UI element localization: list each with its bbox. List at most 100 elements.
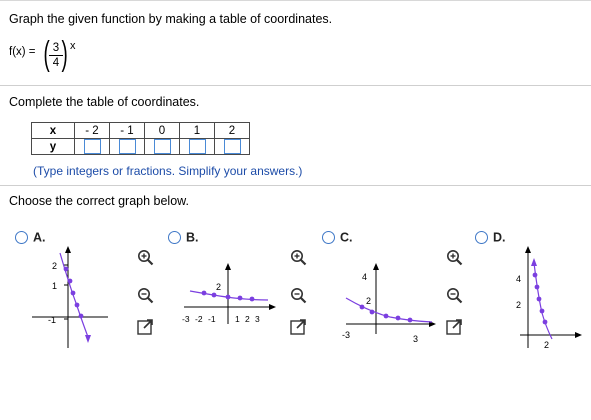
radio-option-a[interactable] [15, 231, 28, 245]
data-point [225, 294, 231, 300]
tick-label: -3 [182, 314, 190, 324]
y-axis-arrow [225, 263, 231, 270]
y-answer-box[interactable] [83, 139, 101, 154]
popout-icon[interactable] [290, 318, 307, 335]
data-point [542, 319, 548, 325]
data-point [539, 308, 545, 314]
data-point [237, 295, 243, 301]
x-value: 0 [144, 122, 180, 139]
zoom-out-icon[interactable] [290, 287, 307, 304]
data-point [63, 266, 69, 272]
curve-arrow [85, 335, 91, 343]
tick-label: 2 [544, 340, 549, 350]
x-value: - 1 [109, 122, 145, 139]
zoom-in-icon[interactable] [446, 249, 463, 266]
option-b-label: B. [186, 230, 199, 245]
tick-label: 4 [362, 272, 367, 282]
tick-label: 3 [255, 314, 260, 324]
tick-label: 2 [52, 261, 57, 271]
x-row: x - 2 - 1 0 1 2 [31, 122, 250, 139]
tick-label: -1 [208, 314, 216, 324]
popout-icon[interactable] [137, 318, 154, 335]
x-axis-arrow [269, 304, 276, 310]
popout-icon[interactable] [446, 318, 463, 335]
y-row-label: y [31, 138, 75, 155]
function-name: f(x) = [9, 46, 36, 58]
data-point [536, 296, 542, 302]
tick-label: -1 [48, 315, 56, 325]
tick-label: 2 [216, 282, 221, 292]
y-cell [214, 138, 250, 155]
x-value: - 2 [74, 122, 110, 139]
option-d[interactable]: D. [475, 230, 506, 245]
question-prompt: Graph the given function by making a tab… [9, 12, 333, 26]
choose-instruction: Choose the correct graph below. [9, 194, 189, 208]
answer-hint: (Type integers or fractions. Simplify yo… [33, 164, 303, 178]
option-c-label: C. [340, 230, 353, 245]
option-c[interactable]: C. [322, 230, 353, 245]
data-point [211, 292, 217, 298]
data-point [532, 272, 538, 278]
tick-label: 2 [516, 300, 521, 310]
right-paren: ) [61, 35, 68, 73]
tick-label: 1 [52, 281, 57, 291]
tick-label: 2 [366, 296, 371, 306]
x-row-label: x [31, 122, 75, 139]
y-cell [109, 138, 145, 155]
graph-c: 4 2 -3 3 [342, 263, 436, 344]
zoom-out-icon[interactable] [137, 287, 154, 304]
y-axis-arrow [65, 246, 71, 253]
coordinate-table: x - 2 - 1 0 1 2 y [31, 122, 250, 155]
data-point [201, 290, 207, 296]
curve-arrow [531, 258, 537, 266]
exponent: x [70, 40, 76, 52]
x-value: 1 [179, 122, 215, 139]
y-axis-arrow [373, 263, 379, 270]
tick-label: -2 [195, 314, 203, 324]
x-value: 2 [214, 122, 250, 139]
y-answer-box[interactable] [153, 139, 171, 154]
y-answer-box[interactable] [223, 139, 241, 154]
zoom-in-icon[interactable] [137, 249, 154, 266]
option-d-label: D. [493, 230, 506, 245]
zoom-out-icon[interactable] [446, 287, 463, 304]
graph-a: 2 1 -1 [32, 246, 108, 348]
y-cell [144, 138, 180, 155]
y-cell [179, 138, 215, 155]
data-point [534, 284, 540, 290]
tick-label: 3 [413, 334, 418, 344]
data-point [395, 315, 401, 321]
option-a[interactable]: A. [15, 230, 46, 245]
data-point [249, 296, 255, 302]
zoom-in-icon[interactable] [290, 249, 307, 266]
section-divider [0, 85, 591, 86]
option-a-label: A. [33, 230, 46, 245]
data-point [407, 317, 413, 323]
data-point [78, 313, 84, 319]
tick-label: 4 [516, 274, 521, 284]
tick-label: 1 [235, 314, 240, 324]
graph-b: 2 -3 -2 -1 1 2 3 [182, 263, 276, 324]
data-point [67, 278, 73, 284]
graph-d: 4 2 2 [516, 246, 582, 350]
data-point [369, 309, 375, 315]
x-axis-arrow [575, 332, 582, 338]
data-point [359, 304, 365, 310]
top-border [0, 0, 591, 1]
y-answer-box[interactable] [118, 139, 136, 154]
radio-option-d[interactable] [475, 231, 488, 245]
radio-option-c[interactable] [322, 231, 335, 245]
y-row: y [31, 138, 250, 155]
option-b[interactable]: B. [168, 230, 199, 245]
y-cell [74, 138, 110, 155]
curve [345, 297, 433, 323]
tick-label: -3 [342, 330, 350, 340]
section-divider [0, 185, 591, 186]
y-answer-box[interactable] [188, 139, 206, 154]
data-point [70, 290, 76, 296]
tick-label: 2 [245, 314, 250, 324]
radio-option-b[interactable] [168, 231, 181, 245]
table-instruction: Complete the table of coordinates. [9, 95, 200, 109]
data-point [383, 313, 389, 319]
y-axis-arrow [525, 246, 531, 253]
